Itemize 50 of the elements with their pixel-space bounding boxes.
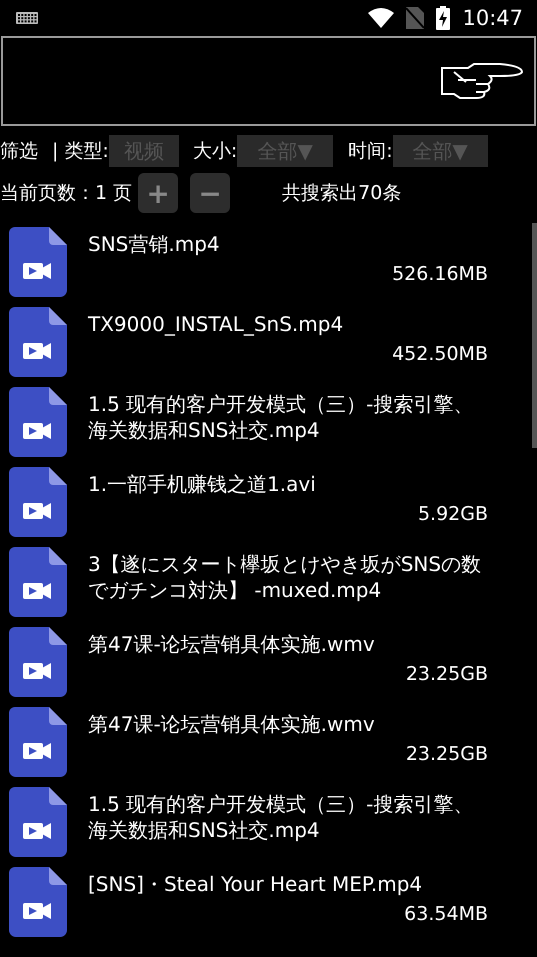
current-page-label: 当前页数：1 页 [0,181,132,206]
file-size: 23.25GB [406,743,488,765]
file-row[interactable]: [SNS]・Steal Your Heart MEP.mp4 63.54MB [0,863,528,943]
file-name: 3【遂にスタート欅坂とけやき坂がSNSの数でガチンコ対決】 -muxed.mp4 [88,551,482,603]
video-file-icon [9,707,67,777]
video-file-icon [9,307,67,377]
file-size: 452.50MB [392,343,488,365]
file-name: 第47课-论坛营销具体实施.wmv [88,631,376,657]
video-file-icon [9,867,67,937]
file-name: 1.5 现有的客户开发模式（三）-搜索引擎、海关数据和SNS社交.mp4 [88,791,474,843]
file-row[interactable]: TX9000_INSTAL_SnS.mp4 452.50MB [0,303,528,383]
separator: | [52,140,58,162]
file-name: SNS营销.mp4 [88,231,221,257]
file-size: 526.16MB [392,263,488,285]
file-name: 第47课-论坛营销具体实施.wmv [88,711,376,737]
file-row[interactable]: 3【遂にスタート欅坂とけやき坂がSNSの数でガチンコ対決】 -muxed.mp4 [0,543,528,623]
next-page-button[interactable]: + [138,173,178,213]
file-row[interactable]: SNS营销.mp4 526.16MB [0,223,528,303]
file-name: TX9000_INSTAL_SnS.mp4 [88,311,344,337]
pointing-hand-icon[interactable] [440,62,524,100]
file-size: 5.92GB [418,503,488,525]
file-row[interactable]: 1.5 现有的客户开发模式（三）-搜索引擎、海关数据和SNS社交.mp4 [0,783,528,863]
video-file-icon [9,787,67,857]
search-field[interactable] [1,36,536,126]
video-file-icon [9,467,67,537]
no-sim-icon [406,7,424,29]
video-file-icon [9,627,67,697]
video-file-icon [9,227,67,297]
keyboard-icon [16,12,38,24]
file-row[interactable]: 第47课-论坛营销具体实施.wmv 23.25GB [0,703,528,783]
file-row[interactable]: 1.一部手机赚钱之道1.avi 5.92GB [0,463,528,543]
video-file-icon [9,547,67,617]
previous-page-button[interactable]: − [190,173,230,213]
result-count: 共搜索出70条 [282,181,402,206]
clock-time: 10:47 [462,6,523,30]
file-name: 1.5 现有的客户开发模式（三）-搜索引擎、海关数据和SNS社交.mp4 [88,391,474,443]
file-row[interactable]: 第47课-论坛营销具体实施.wmv 23.25GB [0,623,528,703]
size-label: 大小: [192,139,238,164]
filter-label: 筛选 [0,139,38,164]
file-size: 23.25GB [406,663,488,685]
file-row[interactable]: 1.5 现有的客户开发模式（三）-搜索引擎、海关数据和SNS社交.mp4 [0,383,528,463]
battery-charging-icon [436,6,450,30]
file-name: [SNS]・Steal Your Heart MEP.mp4 [88,871,424,897]
video-file-icon [9,387,67,457]
type-label: 类型: [64,139,109,164]
time-label: 时间: [348,139,393,164]
wifi-icon [368,8,394,28]
scrollbar[interactable] [532,223,537,448]
file-size: 63.54MB [404,903,488,925]
file-name: 1.一部手机赚钱之道1.avi [88,471,317,497]
